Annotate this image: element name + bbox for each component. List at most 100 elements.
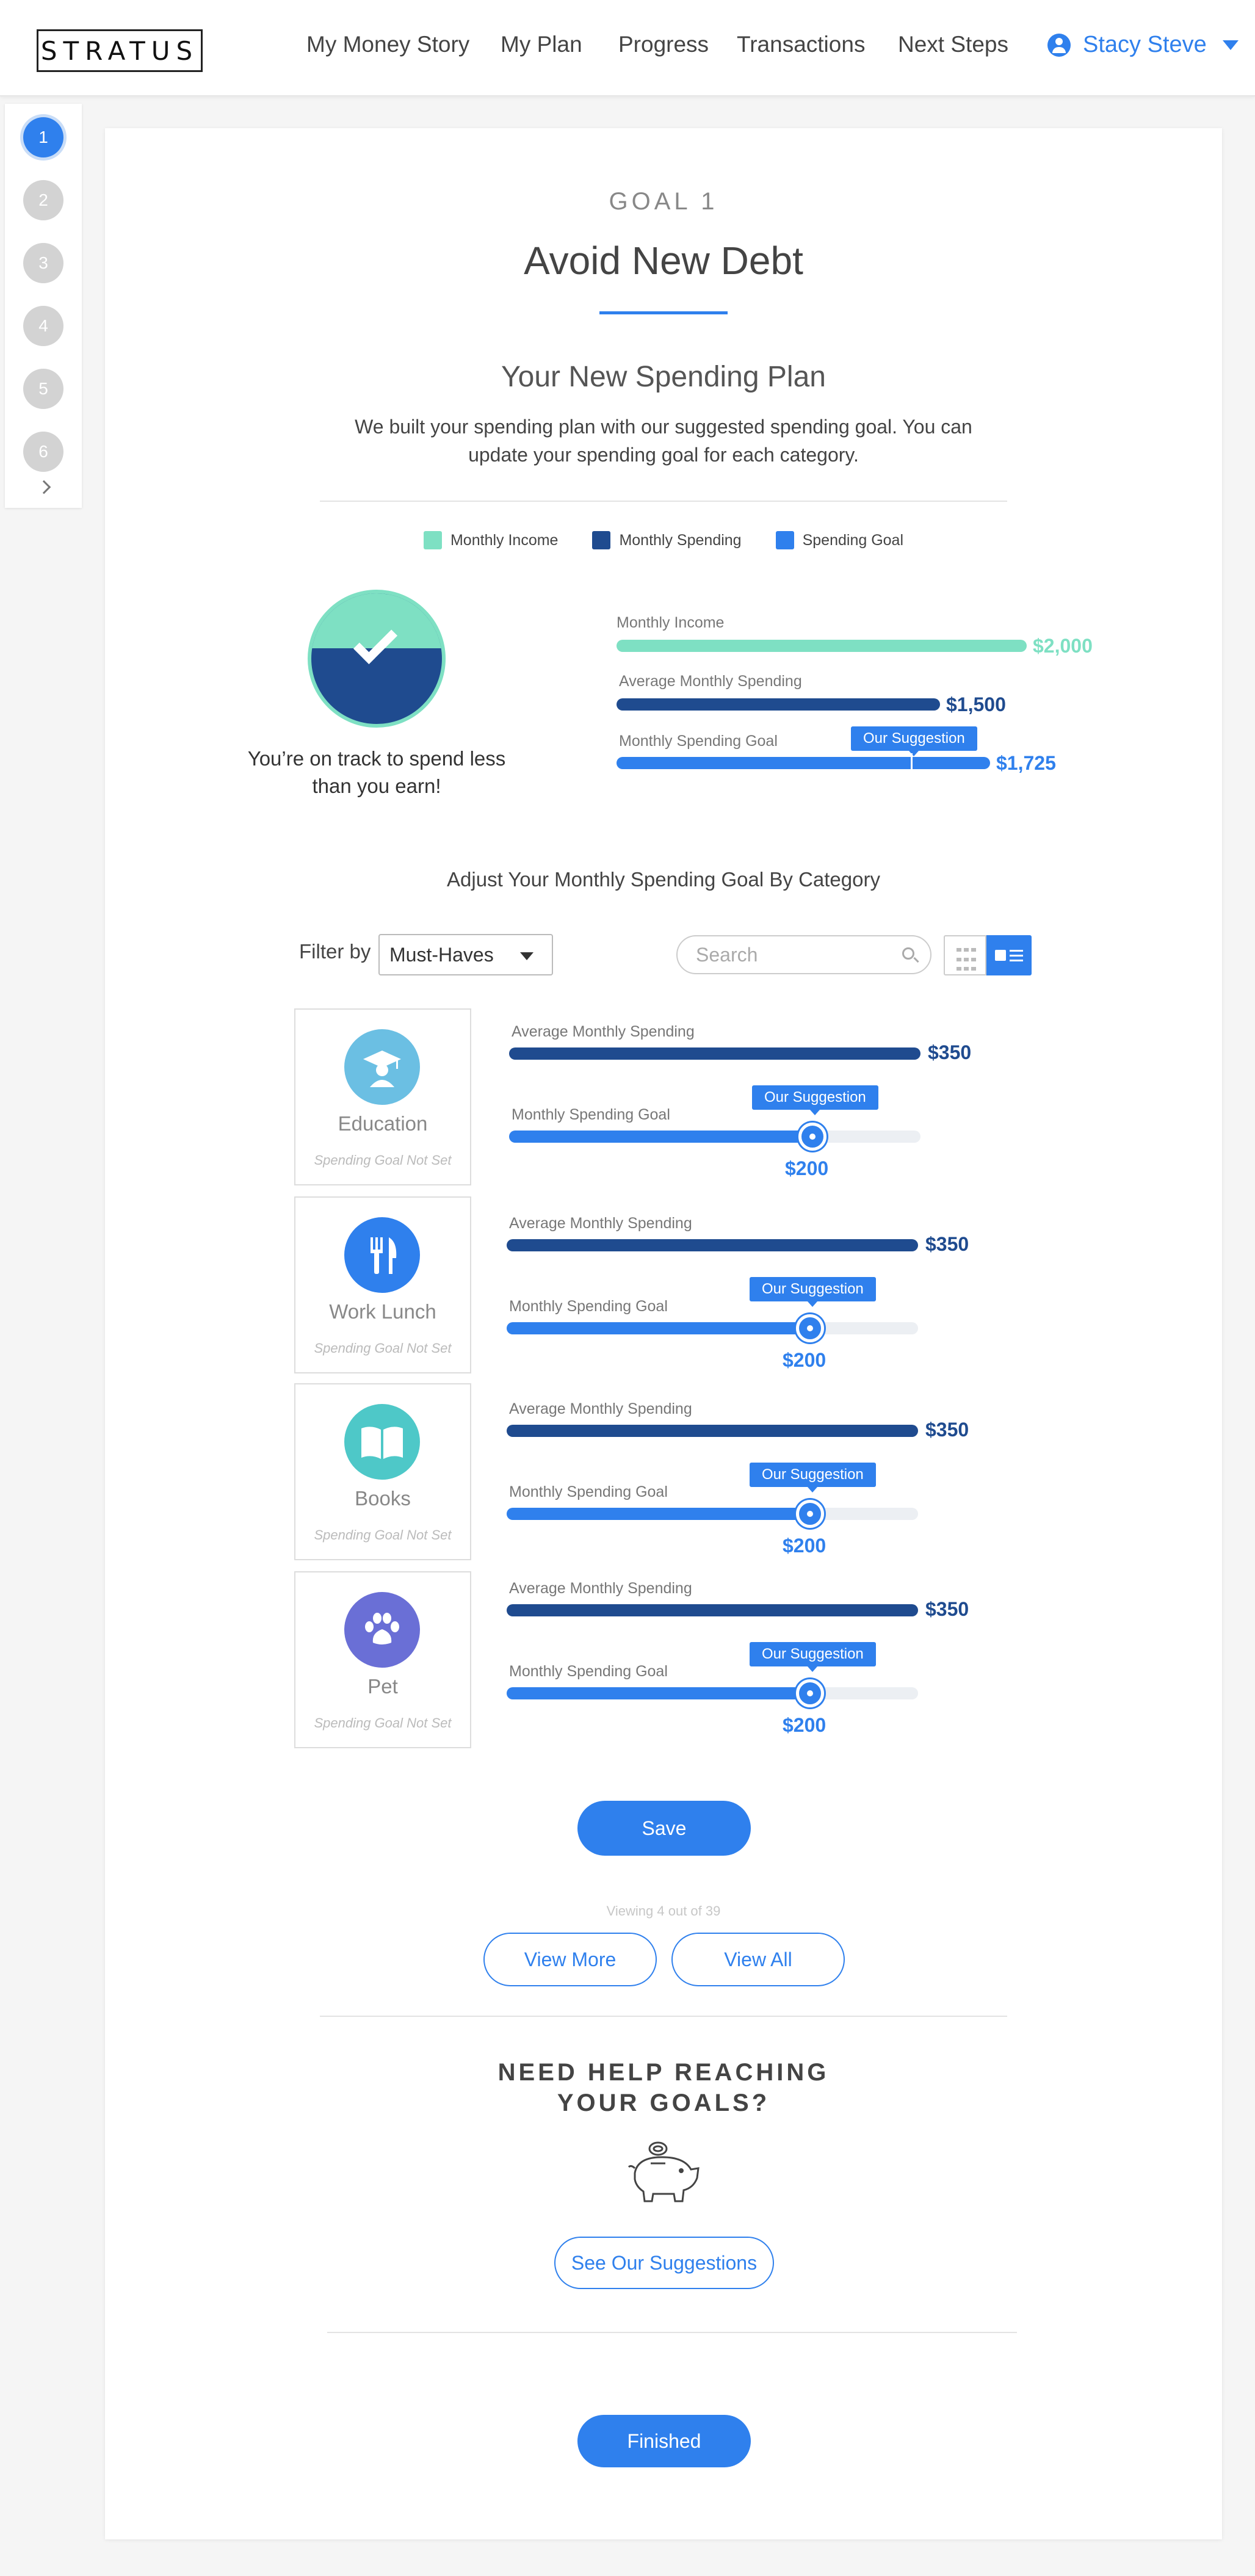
goal-title: Avoid New Debt (524, 239, 803, 283)
nav-progress[interactable]: Progress (618, 32, 709, 57)
category-name: Education (338, 1112, 428, 1135)
income-bar (617, 640, 1027, 652)
top-header: STRATUS My Money Story My Plan Progress … (0, 0, 1255, 96)
suggestion-tag: Our Suggestion (750, 1277, 876, 1307)
avg-spending-label: Average Monthly Spending (509, 1215, 692, 1232)
spending-goal-label: Monthly Spending Goal (509, 1298, 668, 1315)
step-2[interactable]: 2 (23, 180, 63, 220)
legend-swatch (423, 531, 442, 549)
legend-item-spending: Monthly Spending (592, 531, 742, 549)
step-5[interactable]: 5 (23, 369, 63, 409)
view-all-button[interactable]: View All (671, 1933, 845, 1986)
avg-spending-value: $350 (928, 1041, 972, 1063)
avg-spending-value: $1,500 (946, 693, 1006, 715)
stratus-logo[interactable]: STRATUS (37, 29, 203, 72)
goal-slider-handle[interactable] (798, 1123, 826, 1151)
goal-slider-fill (507, 1687, 811, 1699)
category-card-work-lunch[interactable]: Work Lunch Spending Goal Not Set (294, 1196, 471, 1373)
graduation-cap-icon (344, 1029, 420, 1105)
spending-goal-label: Monthly Spending Goal (509, 1663, 668, 1680)
step-3[interactable]: 3 (23, 243, 63, 283)
view-more-button[interactable]: View More (483, 1933, 657, 1986)
legend-swatch (775, 531, 794, 549)
filter-value: Must-Haves (389, 943, 494, 966)
suggestion-tag: Our Suggestion (851, 726, 977, 756)
chart-legend: Monthly Income Monthly Spending Spending… (105, 531, 1222, 549)
category-card-education[interactable]: Education Spending Goal Not Set (294, 1008, 471, 1185)
goal-label: GOAL 1 (609, 188, 718, 215)
goal-slider-handle[interactable] (796, 1314, 824, 1342)
nav-my-money-story[interactable]: My Money Story (306, 32, 469, 57)
chevron-right-icon[interactable] (37, 480, 51, 494)
viewing-count: Viewing 4 out of 39 (606, 1903, 721, 1919)
search-input[interactable]: Search (676, 935, 931, 974)
step-sidebar: 1 2 3 4 5 6 (5, 104, 82, 508)
income-value: $2,000 (1033, 635, 1093, 657)
avg-spending-value: $350 (925, 1598, 969, 1620)
avg-spending-bar (507, 1425, 918, 1437)
avg-spending-label: Average Monthly Spending (512, 1023, 695, 1040)
category-name: Books (355, 1487, 411, 1510)
list-view-toggle[interactable] (986, 935, 1032, 975)
nav-next-steps[interactable]: Next Steps (898, 32, 1008, 57)
goal-value: $200 (783, 1349, 826, 1371)
help-heading-line2: YOUR GOALS? (557, 2089, 770, 2116)
adjust-heading: Adjust Your Monthly Spending Goal By Cat… (447, 868, 880, 891)
category-card-books[interactable]: Books Spending Goal Not Set (294, 1383, 471, 1560)
goal-slider-fill (507, 1322, 811, 1334)
grid-view-toggle[interactable] (944, 935, 986, 975)
help-heading-line1: NEED HELP REACHING (497, 2059, 830, 2086)
help-heading: NEED HELP REACHING YOUR GOALS? (105, 2057, 1222, 2118)
goal-slider-handle[interactable] (796, 1679, 824, 1707)
avg-spending-bar (509, 1047, 920, 1060)
goal-slider-handle[interactable] (796, 1500, 824, 1528)
paw-icon (344, 1592, 420, 1668)
see-suggestions-button[interactable]: See Our Suggestions (554, 2237, 774, 2289)
user-menu[interactable]: Stacy Steve (1047, 32, 1239, 58)
spending-goal-label: Monthly Spending Goal (619, 733, 778, 750)
avg-spending-bar (617, 698, 940, 711)
legend-label: Monthly Spending (619, 531, 742, 549)
step-4[interactable]: 4 (23, 306, 63, 346)
nav-transactions[interactable]: Transactions (737, 32, 865, 57)
book-icon (344, 1404, 420, 1480)
avg-spending-bar (507, 1604, 918, 1616)
suggestion-tag: Our Suggestion (752, 1085, 878, 1115)
income-label: Monthly Income (617, 614, 725, 631)
step-6[interactable]: 6 (23, 432, 63, 472)
finished-button[interactable]: Finished (577, 2415, 751, 2467)
legend-item-goal: Spending Goal (775, 531, 903, 549)
step-1[interactable]: 1 (23, 117, 63, 157)
legend-label: Spending Goal (802, 531, 903, 549)
avg-spending-label: Average Monthly Spending (619, 673, 802, 690)
plan-description: We built your spending plan with our sug… (355, 416, 972, 466)
divider (327, 2332, 1017, 2333)
chevron-down-icon (1222, 40, 1239, 50)
suggestion-tag: Our Suggestion (750, 1463, 876, 1492)
legend-swatch (592, 531, 611, 549)
suggestion-tag: Our Suggestion (750, 1642, 876, 1672)
goal-value: $200 (783, 1535, 826, 1557)
filter-select[interactable]: Must-Haves (378, 934, 553, 975)
search-icon (902, 947, 914, 960)
save-button[interactable]: Save (577, 1801, 751, 1856)
goal-card: GOAL 1 Avoid New Debt Your New Spending … (105, 128, 1222, 2539)
category-card-pet[interactable]: Pet Spending Goal Not Set (294, 1571, 471, 1748)
goal-slider-fill (507, 1508, 811, 1520)
goal-slider-fill (509, 1131, 813, 1143)
on-track-badge (308, 590, 446, 728)
category-name: Work Lunch (329, 1300, 436, 1323)
category-status: Spending Goal Not Set (314, 1715, 452, 1731)
goal-value: $200 (785, 1157, 829, 1179)
suggestion-marker (911, 753, 913, 773)
legend-item-income: Monthly Income (423, 531, 558, 549)
plan-heading: Your New Spending Plan (501, 361, 826, 393)
category-name: Pet (367, 1675, 398, 1698)
filter-label: Filter by (299, 940, 371, 963)
user-name: Stacy Steve (1083, 32, 1207, 57)
nav-my-plan[interactable]: My Plan (501, 32, 582, 57)
goal-value: $200 (783, 1714, 826, 1736)
fork-knife-icon (344, 1217, 420, 1293)
search-placeholder: Search (696, 943, 758, 966)
chevron-down-icon (520, 952, 533, 960)
